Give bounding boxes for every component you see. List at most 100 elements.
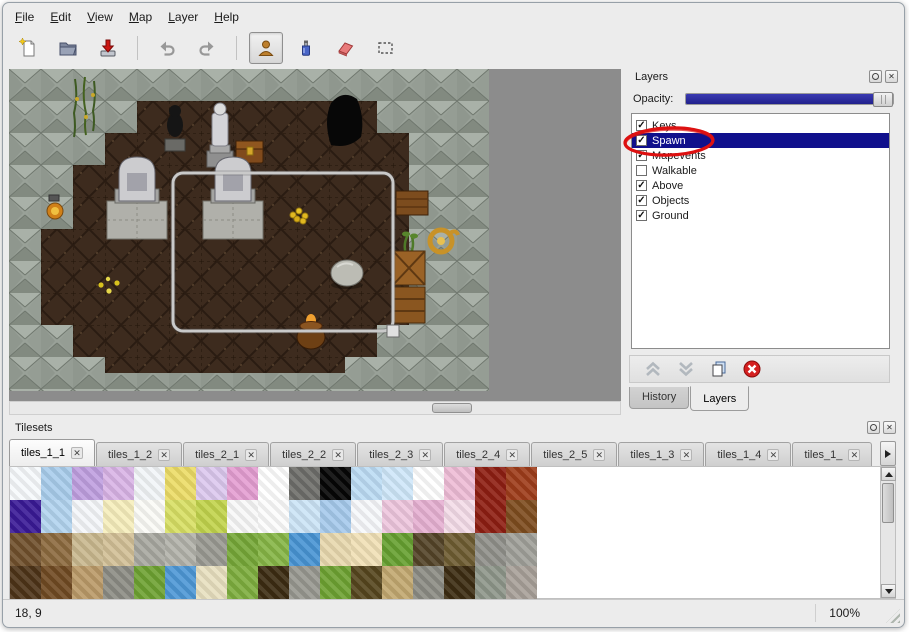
map-canvas[interactable] [9,69,489,391]
tileset-tile[interactable] [72,533,103,566]
detach-panel-button[interactable] [869,70,882,83]
scroll-tabs-right-button[interactable] [880,441,896,466]
tileset-tile[interactable] [382,566,413,599]
tileset-tab-tiles_1_4[interactable]: tiles_1_4✕ [705,442,791,466]
tileset-tile[interactable] [413,533,444,566]
tileset-tile[interactable] [227,533,258,566]
tileset-tile[interactable] [475,566,506,599]
tileset-tile[interactable] [10,566,41,599]
resize-grip[interactable] [886,609,900,623]
tileset-tile[interactable] [506,533,537,566]
tileset-tile[interactable] [413,467,444,500]
toolbar-button-redo[interactable] [190,32,224,64]
tileset-tile[interactable] [103,500,134,533]
tileset-tile[interactable] [382,533,413,566]
layer-visibility-checkbox[interactable]: ✓ [636,195,647,206]
toolbar-button-stamp-tool[interactable] [249,32,283,64]
layer-visibility-checkbox[interactable]: ✓ [636,135,647,146]
hscroll-handle[interactable] [432,403,472,413]
tileset-tile[interactable] [258,566,289,599]
detach-panel-button[interactable] [867,421,880,434]
close-panel-button[interactable]: ✕ [883,421,896,434]
tileset-vertical-scrollbar[interactable] [880,467,895,598]
tileset-tile[interactable] [10,533,41,566]
close-icon[interactable]: ✕ [848,449,860,461]
tileset-tile[interactable] [10,500,41,533]
tileset-tile[interactable] [351,566,382,599]
tileset-tile[interactable] [320,566,351,599]
tileset-tile[interactable] [258,500,289,533]
layer-visibility-checkbox[interactable] [636,165,647,176]
tileset-tile[interactable] [165,533,196,566]
tileset-tile[interactable] [444,467,475,500]
toolbar-button-new-file[interactable] [11,32,45,64]
close-icon[interactable]: ✕ [506,449,518,461]
tileset-tile[interactable] [289,533,320,566]
menu-item-layer[interactable]: Layer [160,7,206,27]
close-icon[interactable]: ✕ [71,447,83,459]
menu-item-file[interactable]: File [7,7,42,27]
tileset-tile[interactable] [227,566,258,599]
scroll-down-button[interactable] [881,584,896,598]
tileset-tile[interactable] [444,500,475,533]
tileset-tile[interactable] [320,500,351,533]
tileset-tile[interactable] [165,500,196,533]
tileset-tab-tiles_2_1[interactable]: tiles_2_1✕ [183,442,269,466]
tab-history[interactable]: History [629,387,689,409]
tileset-tab-tiles_2_2[interactable]: tiles_2_2✕ [270,442,356,466]
tileset-tile[interactable] [413,500,444,533]
tileset-tile[interactable] [320,533,351,566]
menu-item-view[interactable]: View [79,7,121,27]
tileset-tile[interactable] [41,500,72,533]
tileset-tile[interactable] [134,566,165,599]
tileset-tile[interactable] [320,467,351,500]
tileset-tile[interactable] [72,566,103,599]
layer-row-objects[interactable]: ✓Objects [632,193,889,208]
scroll-up-button[interactable] [881,467,896,481]
tileset-tab-tiles_2_3[interactable]: tiles_2_3✕ [357,442,443,466]
layer-visibility-checkbox[interactable]: ✓ [636,210,647,221]
tab-layers[interactable]: Layers [690,386,749,411]
tileset-tile[interactable] [506,467,537,500]
tileset-tab-tiles_1_[interactable]: tiles_1_✕ [792,442,872,466]
tileset-tile[interactable] [382,500,413,533]
tileset-tile[interactable] [227,500,258,533]
tileset-tile[interactable] [165,467,196,500]
tileset-tile[interactable] [413,566,444,599]
close-icon[interactable]: ✕ [158,449,170,461]
tileset-tile[interactable] [196,533,227,566]
menu-item-map[interactable]: Map [121,7,160,27]
tileset-tile[interactable] [475,533,506,566]
tileset-tile[interactable] [72,467,103,500]
selection-resize-handle[interactable] [387,325,399,337]
tileset-tile[interactable] [444,566,475,599]
tileset-tile[interactable] [41,467,72,500]
tileset-tile[interactable] [72,500,103,533]
tileset-tab-tiles_2_4[interactable]: tiles_2_4✕ [444,442,530,466]
close-icon[interactable]: ✕ [767,449,779,461]
toolbar-button-select-tool[interactable] [369,32,403,64]
tileset-tile[interactable] [196,566,227,599]
tileset-tile[interactable] [134,533,165,566]
tileset-tile[interactable] [227,467,258,500]
tileset-tile[interactable] [134,467,165,500]
tileset-tile[interactable] [258,467,289,500]
tileset-tile[interactable] [196,500,227,533]
toolbar-button-save-file[interactable] [91,32,125,64]
tileset-tile[interactable] [475,500,506,533]
toolbar-button-fill-tool[interactable] [289,32,323,64]
tileset-tile[interactable] [289,500,320,533]
tileset-tile[interactable] [289,467,320,500]
tileset-tile[interactable] [41,566,72,599]
tileset-tab-tiles_2_5[interactable]: tiles_2_5✕ [531,442,617,466]
close-icon[interactable]: ✕ [245,449,257,461]
tileset-tile[interactable] [103,467,134,500]
close-icon[interactable]: ✕ [419,449,431,461]
tileset-tile[interactable] [351,500,382,533]
tileset-tile[interactable] [103,533,134,566]
layer-row-ground[interactable]: ✓Ground [632,208,889,223]
layer-row-spawn[interactable]: ✓Spawn [632,133,889,148]
toolbar-button-open-file[interactable] [51,32,85,64]
tileset-tab-tiles_1_1[interactable]: tiles_1_1✕ [9,439,95,466]
tileset-tile[interactable] [382,467,413,500]
